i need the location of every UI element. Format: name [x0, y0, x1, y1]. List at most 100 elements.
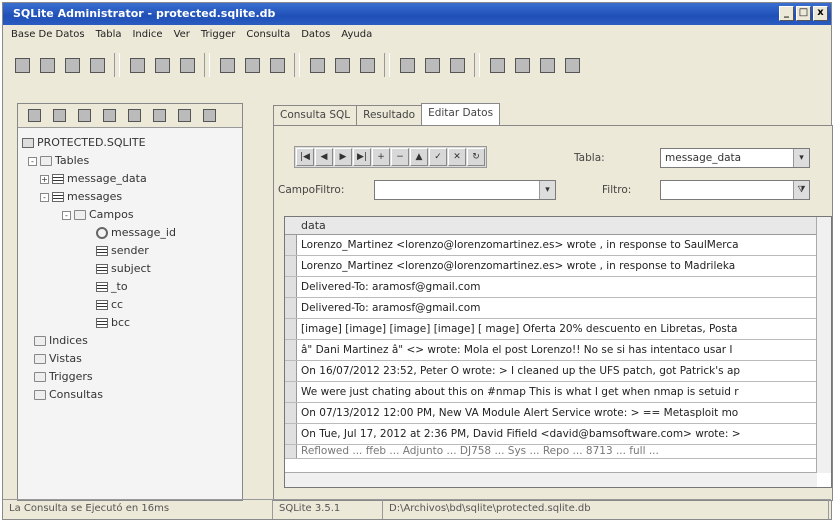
- tree-vistas[interactable]: Vistas: [22, 350, 176, 368]
- refresh-record-icon[interactable]: ↻: [467, 148, 485, 166]
- export-icon[interactable]: [561, 54, 583, 76]
- tab-consulta-sql[interactable]: Consulta SQL: [273, 105, 358, 125]
- last-record-icon[interactable]: ▶|: [353, 148, 371, 166]
- campofiltro-select[interactable]: ▾: [374, 180, 556, 200]
- table-row[interactable]: Delivered-To: aramosf@gmail.com: [285, 298, 817, 319]
- filtro-input[interactable]: ⧩: [660, 180, 810, 200]
- field-icon: [96, 264, 108, 274]
- view-icon[interactable]: [306, 54, 328, 76]
- table-row[interactable]: Delivered-To: aramosf@gmail.com: [285, 277, 817, 298]
- status-version: SQLite 3.5.1: [273, 500, 383, 519]
- sort-icon[interactable]: [123, 105, 145, 127]
- edit-record-icon[interactable]: ▲: [410, 148, 428, 166]
- tree-field[interactable]: message_id: [22, 224, 176, 242]
- maximize-button[interactable]: □: [796, 6, 811, 21]
- insert-record-icon[interactable]: +: [372, 148, 390, 166]
- close-button[interactable]: x: [813, 6, 828, 21]
- tree-tables[interactable]: - Tables: [22, 152, 176, 170]
- table-row[interactable]: We were just chating about this on #nmap…: [285, 382, 817, 403]
- trigger-delete-icon[interactable]: [446, 54, 468, 76]
- tree-db-root[interactable]: PROTECTED.SQLITE: [22, 134, 176, 152]
- table-delete-icon[interactable]: [176, 54, 198, 76]
- index-icon[interactable]: [216, 54, 238, 76]
- table-row[interactable]: Lorenzo_Martinez <lorenzo@lorenzomartine…: [285, 235, 817, 256]
- table-row[interactable]: On Tue, Jul 17, 2012 at 2:36 PM, David F…: [285, 424, 817, 445]
- filter-apply-icon[interactable]: ⧩: [793, 181, 809, 199]
- properties-icon[interactable]: [198, 105, 220, 127]
- menu-item[interactable]: Trigger: [201, 26, 236, 43]
- table-icon[interactable]: [126, 54, 148, 76]
- connect-icon[interactable]: [61, 54, 83, 76]
- tree-field[interactable]: subject: [22, 260, 176, 278]
- tree-consultas[interactable]: Consultas: [22, 386, 176, 404]
- delete-record-icon[interactable]: −: [391, 148, 409, 166]
- collapse-icon[interactable]: -: [28, 156, 37, 166]
- tab-editar-datos[interactable]: Editar Datos: [421, 103, 501, 125]
- data-grid: data Lorenzo_Martinez <lorenzo@lorenzoma…: [284, 216, 832, 488]
- menu-item[interactable]: Ayuda: [341, 26, 372, 43]
- grid-view-icon[interactable]: [48, 105, 70, 127]
- menu-item[interactable]: Indice: [132, 26, 162, 43]
- menu-item[interactable]: Datos: [301, 26, 330, 43]
- list-view-icon[interactable]: [73, 105, 95, 127]
- table-row[interactable]: Reflowed ... ffeb ... Adjunto ... DJ758 …: [285, 445, 817, 459]
- next-record-icon[interactable]: ▶: [334, 148, 352, 166]
- refresh-icon[interactable]: [173, 105, 195, 127]
- menu-item[interactable]: Tabla: [96, 26, 122, 43]
- collapse-icon[interactable]: -: [40, 192, 49, 202]
- open-db-icon[interactable]: [11, 54, 33, 76]
- minimize-button[interactable]: _: [779, 6, 794, 21]
- chevron-down-icon[interactable]: ▾: [539, 181, 555, 199]
- tree-campos[interactable]: - Campos: [22, 206, 176, 224]
- query-edit-icon[interactable]: [511, 54, 533, 76]
- trigger-icon[interactable]: [396, 54, 418, 76]
- post-record-icon[interactable]: ✓: [429, 148, 447, 166]
- menu-item[interactable]: Consulta: [246, 26, 290, 43]
- user-icon[interactable]: [86, 54, 108, 76]
- table-row[interactable]: On 07/13/2012 12:00 PM, New VA Module Al…: [285, 403, 817, 424]
- filter-icon[interactable]: [148, 105, 170, 127]
- query-icon[interactable]: [486, 54, 508, 76]
- tree-field[interactable]: bcc: [22, 314, 176, 332]
- table-edit-icon[interactable]: [151, 54, 173, 76]
- tree-field[interactable]: sender: [22, 242, 176, 260]
- tree-triggers[interactable]: Triggers: [22, 368, 176, 386]
- app-window: SQLite Administrator - protected.sqlite.…: [2, 2, 833, 520]
- column-header-data[interactable]: data: [301, 217, 326, 235]
- chevron-down-icon[interactable]: ▾: [793, 149, 809, 167]
- tree-view-icon[interactable]: [23, 105, 45, 127]
- field-icon: [96, 246, 108, 256]
- expand-icon[interactable]: +: [40, 174, 49, 184]
- index-edit-icon[interactable]: [241, 54, 263, 76]
- tree-table-messages[interactable]: - messages: [22, 188, 176, 206]
- collapse-icon[interactable]: -: [62, 210, 71, 220]
- new-db-icon[interactable]: [36, 54, 58, 76]
- cancel-record-icon[interactable]: ✕: [448, 148, 466, 166]
- prev-record-icon[interactable]: ◀: [315, 148, 333, 166]
- tree-field[interactable]: cc: [22, 296, 176, 314]
- vertical-scrollbar[interactable]: [816, 217, 831, 473]
- table-row[interactable]: [image] [image] [image] [image] [ mage] …: [285, 319, 817, 340]
- horizontal-scrollbar[interactable]: [285, 472, 817, 487]
- first-record-icon[interactable]: |◀: [296, 148, 314, 166]
- detail-view-icon[interactable]: [98, 105, 120, 127]
- menu-item[interactable]: Base De Datos: [11, 26, 85, 43]
- query-run-icon[interactable]: [536, 54, 558, 76]
- menu-item[interactable]: Ver: [174, 26, 190, 43]
- view-delete-icon[interactable]: [356, 54, 378, 76]
- tree-indices[interactable]: Indices: [22, 332, 176, 350]
- menu-bar: Base De Datos Tabla Indice Ver Trigger C…: [3, 26, 831, 43]
- table-row[interactable]: Lorenzo_Martinez <lorenzo@lorenzomartine…: [285, 256, 817, 277]
- tab-resultado[interactable]: Resultado: [356, 105, 423, 125]
- trigger-edit-icon[interactable]: [421, 54, 443, 76]
- table-row[interactable]: â" Dani Martinez â" <> wrote: Mola el po…: [285, 340, 817, 361]
- tree-field[interactable]: _to: [22, 278, 176, 296]
- folder-icon: [40, 156, 52, 166]
- table-row[interactable]: On 16/07/2012 23:52, Peter O wrote: > I …: [285, 361, 817, 382]
- folder-icon: [34, 336, 46, 346]
- tabla-select[interactable]: message_data ▾: [660, 148, 810, 168]
- view-edit-icon[interactable]: [331, 54, 353, 76]
- record-navigator: |◀ ◀ ▶ ▶| + − ▲ ✓ ✕ ↻: [294, 146, 487, 168]
- tree-table-message-data[interactable]: + message_data: [22, 170, 176, 188]
- index-delete-icon[interactable]: [266, 54, 288, 76]
